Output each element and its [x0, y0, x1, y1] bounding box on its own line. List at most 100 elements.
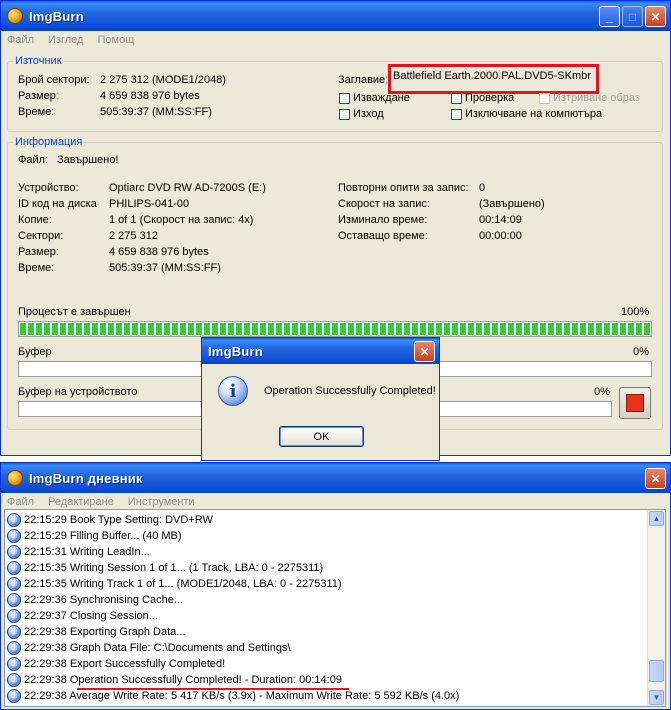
log-line: i 22:29:38 Graph Data File: C:\Documents … [7, 640, 291, 656]
log-line-text: 22:29:38 Operation Successfully Complete… [24, 674, 342, 686]
log-list[interactable]: i 22:15:29 Book Type Setting: DVD+RW i 22:… [4, 509, 666, 707]
log-line: i 22:29:36 Synchronising Cache... [7, 592, 183, 608]
device-label: Устройство: [18, 182, 79, 194]
buffer-label: Буфер [18, 346, 52, 358]
size-label: Размер: [18, 90, 59, 102]
log-line-text: 22:29:38 Average Write Rate: 5 417 KB/s … [24, 690, 460, 702]
elapsed-label: Изминало време: [338, 214, 428, 226]
ok-button[interactable]: OK [279, 426, 364, 447]
verify-checkbox-box[interactable] [451, 92, 462, 104]
menu-file[interactable]: Файл [7, 34, 34, 46]
imgburn-log-icon [7, 470, 23, 486]
info-sectors-value: 2 275 312 [109, 230, 158, 242]
scroll-thumb[interactable] [649, 660, 664, 682]
completion-dialog: ImgBurn ✕ i Operation Successfully Compl… [201, 337, 440, 461]
progress-label: Процесът е завършен [18, 306, 131, 318]
log-info-icon: i [7, 689, 21, 703]
scroll-up-button[interactable]: ▲ [649, 511, 664, 526]
log-line-text: 22:29:38 Export Successfully Completed! [24, 658, 226, 670]
exit-checkbox-box[interactable] [339, 108, 350, 120]
log-info-icon: i [7, 673, 21, 687]
log-info-icon: i [7, 513, 21, 527]
scroll-down-button[interactable]: ▼ [649, 690, 664, 705]
log-info-icon: i [7, 593, 21, 607]
copy-label: Копие: [18, 214, 52, 226]
menu-help[interactable]: Помощ [97, 34, 134, 46]
log-info-icon: i [7, 641, 21, 655]
log-info-icon: i [7, 529, 21, 543]
log-line: i 22:29:38 Operation Successfully Complet… [7, 672, 342, 688]
dialog-titlebar[interactable]: ImgBurn ✕ [202, 338, 439, 364]
log-line-text: 22:29:36 Synchronising Cache... [24, 594, 183, 606]
sectors-value: 2 275 312 (MODE1/2048) [100, 74, 226, 86]
write-speed-label: Скорост на запис: [338, 198, 430, 210]
time-value: 505:39:37 (MM:SS:FF) [100, 106, 212, 118]
log-info-icon: i [7, 577, 21, 591]
disc-id-label: ID код на диска [18, 198, 97, 210]
maximize-button: □ [622, 6, 643, 27]
exit-checkbox[interactable]: Изход [339, 108, 384, 120]
log-line-text: 22:15:31 Writing LeadIn... [24, 546, 150, 558]
dialog-title: ImgBurn [208, 343, 263, 359]
log-close-button[interactable]: ✕ [645, 468, 666, 489]
log-line: i 22:29:38 Exporting Graph Data... [7, 624, 185, 640]
info-time-value: 505:39:37 (MM:SS:FF) [109, 262, 221, 274]
log-line-text: 22:15:35 Writing Track 1 of 1... (MODE1/… [24, 578, 342, 590]
retries-value: 0 [479, 182, 486, 194]
dialog-close-button[interactable]: ✕ [414, 341, 435, 362]
log-menu-edit[interactable]: Редактиране [48, 496, 114, 508]
progress-percent: 100% [621, 306, 650, 318]
verify-checkbox-label: Проверка [465, 92, 515, 104]
exit-checkbox-label: Изход [353, 108, 384, 120]
stop-button[interactable] [619, 387, 651, 419]
eject-checkbox-box[interactable] [339, 92, 350, 104]
device-buffer-label: Буфер на устройството [18, 386, 138, 398]
buffer-percent: 0% [633, 346, 649, 358]
device-value: Optiarc DVD RW AD-7200S (E:) [109, 182, 266, 194]
log-menu-file[interactable]: Файл [7, 496, 34, 508]
log-info-icon: i [7, 545, 21, 559]
shutdown-checkbox-label: Изключване на компютъра [465, 108, 603, 120]
dialog-message: Operation Successfully Completed! [264, 385, 436, 397]
log-info-icon: i [7, 561, 21, 575]
eject-checkbox[interactable]: Изваждане [339, 92, 410, 104]
log-window-title: ImgBurn дневник [29, 470, 143, 486]
red-underline [77, 688, 349, 690]
sectors-label: Брой сектори: [18, 74, 90, 86]
minimize-button[interactable]: _ [599, 6, 620, 27]
title-label: Заглавие: [338, 74, 389, 86]
verify-checkbox[interactable]: Проверка [451, 92, 514, 104]
log-titlebar[interactable]: ImgBurn дневник ✕ [1, 463, 670, 493]
shutdown-checkbox-box[interactable] [451, 108, 462, 120]
imgburn-app-icon [7, 8, 23, 24]
delete-image-checkbox-box [539, 92, 550, 104]
info-sectors-label: Сектори: [18, 230, 64, 242]
log-scrollbar[interactable]: ▲ ▼ [647, 510, 665, 706]
log-info-icon: i [7, 609, 21, 623]
stop-icon [626, 394, 644, 412]
log-menu-tools[interactable]: Инструменти [128, 496, 195, 508]
retries-label: Повторни опити за запис: [338, 182, 469, 194]
delete-image-checkbox: Изтриване образ [539, 92, 640, 104]
log-line: i 22:15:29 Book Type Setting: DVD+RW [7, 512, 213, 528]
total-progress-bar [18, 321, 652, 337]
log-line-text: 22:29:38 Exporting Graph Data... [24, 626, 186, 638]
close-button[interactable]: ✕ [645, 6, 666, 27]
total-progress-fill [20, 323, 650, 335]
info-size-label: Размер: [18, 246, 59, 258]
log-line: i 22:15:31 Writing LeadIn... [7, 544, 150, 560]
size-value: 4 659 838 976 bytes [100, 90, 200, 102]
menu-view[interactable]: Изглед [48, 34, 83, 46]
log-line-text: 22:29:37 Closing Session... [24, 610, 158, 622]
log-line-text: 22:15:29 Filling Buffer... (40 MB) [24, 530, 182, 542]
main-titlebar[interactable]: ImgBurn _ □ ✕ [1, 1, 670, 31]
shutdown-checkbox[interactable]: Изключване на компютъра [451, 108, 602, 120]
delete-image-checkbox-label: Изтриване образ [553, 92, 640, 104]
info-legend: Информация [15, 136, 83, 148]
info-size-value: 4 659 838 976 bytes [109, 246, 209, 258]
log-line: i 22:15:35 Writing Track 1 of 1... (MODE1… [7, 576, 342, 592]
log-line-text: 22:15:35 Writing Session 1 of 1... (1 Tr… [24, 562, 324, 574]
disc-id-value: PHILIPS-041-00 [109, 198, 190, 210]
log-line: i 22:29:37 Closing Session... [7, 608, 158, 624]
remaining-label: Оставащо време: [338, 230, 428, 242]
